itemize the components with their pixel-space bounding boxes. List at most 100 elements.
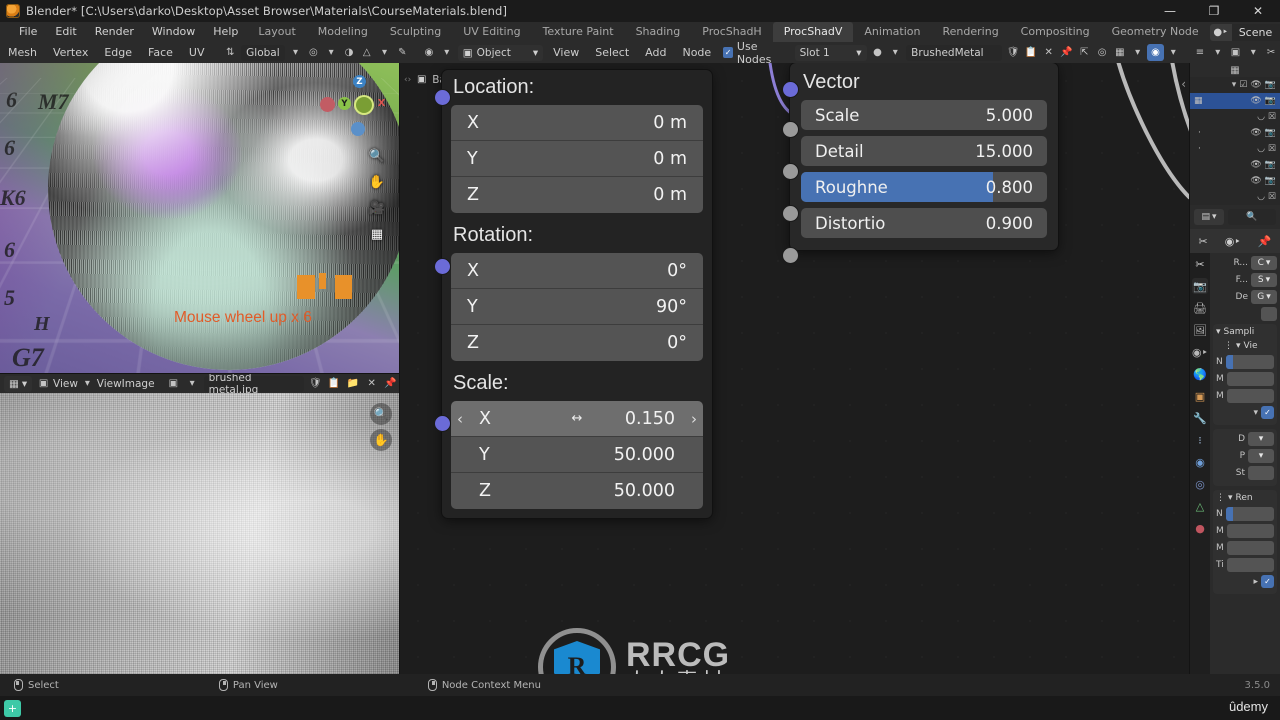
- header-menu-mesh[interactable]: Mesh: [0, 42, 45, 63]
- outliner-row[interactable]: ◡ ☒: [1190, 109, 1280, 125]
- camera-icon[interactable]: 📷: [1265, 96, 1276, 106]
- property-row-render-engine[interactable]: R... C ▾: [1213, 256, 1277, 270]
- properties-tab-scene-icon[interactable]: ◉‣: [1192, 344, 1208, 360]
- location-x-field[interactable]: X 0 m: [451, 105, 703, 141]
- gizmo-axis-y[interactable]: Y: [338, 97, 351, 110]
- properties-tab-object-icon[interactable]: ▣: [1192, 388, 1208, 404]
- header-menu-uv[interactable]: UV: [181, 42, 213, 63]
- image-browse-chevron-down-icon[interactable]: ▾: [183, 375, 202, 392]
- breadcrumb-collapse-icon[interactable]: ‹›: [404, 75, 411, 85]
- header-menu-face[interactable]: Face: [140, 42, 181, 63]
- outliner-row-selected[interactable]: ▦ 👁 📷: [1190, 93, 1280, 109]
- tool-icon[interactable]: ✂: [1198, 235, 1207, 248]
- eye-icon[interactable]: 👁: [1250, 160, 1261, 170]
- image-open-folder-icon[interactable]: 📁: [344, 375, 363, 392]
- grid-icon[interactable]: ▦: [366, 223, 388, 245]
- properties-tab-constraints-icon[interactable]: ◎: [1192, 476, 1208, 492]
- orientation-chevron-down-icon[interactable]: ▾: [287, 44, 305, 61]
- render-denoise-row[interactable]: ▸ ✓: [1216, 575, 1274, 588]
- render-max-samples-row[interactable]: M: [1216, 524, 1274, 538]
- scale-x-field[interactable]: ‹ X ↔ 0.150 ›: [451, 401, 703, 437]
- material-unlink-icon[interactable]: ✕: [1040, 44, 1058, 61]
- image-menu-image[interactable]: Image: [122, 378, 155, 390]
- scale-z-field[interactable]: Z 50.000: [451, 473, 703, 509]
- workspace-tab-animation[interactable]: Animation: [853, 22, 931, 42]
- property-row-device[interactable]: De G ▾: [1213, 290, 1277, 304]
- editor-split-vertical[interactable]: [399, 63, 400, 674]
- header-menu-vertex[interactable]: Vertex: [45, 42, 96, 63]
- properties-tool-icon[interactable]: ✂: [1262, 44, 1280, 61]
- sampling-max-samples-row[interactable]: M: [1216, 372, 1274, 386]
- properties-tab-viewlayer-icon[interactable]: 🖼: [1192, 322, 1208, 338]
- material-copy-icon[interactable]: 📋: [1022, 44, 1040, 61]
- outliner-row[interactable]: 👁 📷: [1190, 157, 1280, 173]
- close-button[interactable]: ✕: [1236, 0, 1280, 22]
- color-swatch[interactable]: [1261, 307, 1277, 321]
- noise-scale-socket[interactable]: [782, 122, 798, 137]
- menu-item-help[interactable]: Help: [204, 22, 247, 42]
- camera-icon[interactable]: 📷: [1265, 128, 1276, 138]
- rotation-x-field[interactable]: X 0°: [451, 253, 703, 289]
- denoiser-dropdown[interactable]: ▾: [1248, 432, 1274, 446]
- scale-x-decrement-arrow-icon[interactable]: ‹: [457, 410, 463, 428]
- viewport-navigation-gizmo[interactable]: Z Y X: [320, 75, 388, 136]
- subpanel-chevron-icon[interactable]: ▾: [1228, 493, 1233, 503]
- subpanel-chevron-icon[interactable]: ▾: [1236, 341, 1241, 351]
- properties-tab-render-icon[interactable]: 📷: [1192, 278, 1208, 294]
- hidden-eye-icon[interactable]: ◡: [1257, 112, 1265, 122]
- properties-tab-strip[interactable]: ✂ 📷 🖨 🖼 ◉‣ 🌎 ▣ 🔧 ⁝ ◉ ◎ △ ●: [1190, 253, 1210, 674]
- gizmo-axis-x[interactable]: X: [375, 97, 388, 110]
- image-view-mode-icon[interactable]: ▣: [34, 375, 53, 392]
- menu-item-window[interactable]: Window: [143, 22, 204, 42]
- use-nodes-checkbox[interactable]: ✓ Use Nodes: [723, 40, 788, 66]
- image-browse-icon[interactable]: ▣: [164, 375, 183, 392]
- viewport-3d[interactable]: 6 M7 6 K6 6 5 H G7 Z Y X 🔍 ✋ 🎥 ▦ Mouse w…: [0, 63, 400, 374]
- location-y-field[interactable]: Y 0 m: [451, 141, 703, 177]
- workspace-tab-rendering[interactable]: Rendering: [932, 22, 1010, 42]
- image-view-mode-label[interactable]: View: [53, 378, 78, 390]
- image-copy-icon[interactable]: 📋: [325, 375, 344, 392]
- shader-node-editor[interactable]: ‹› ▣ BasicSphere › △ Icosphere.001 › ● B…: [400, 63, 1190, 674]
- material-slot-dropdown[interactable]: Slot 1 ▾: [794, 44, 867, 61]
- search-input[interactable]: 🔍: [1228, 209, 1276, 225]
- material-browse-icon[interactable]: ●: [869, 44, 887, 61]
- sampling-denoise-row[interactable]: ▾ ✓: [1216, 406, 1274, 419]
- sampling-panel-header[interactable]: ▾ Sampli: [1216, 327, 1274, 337]
- noise-vector-input-socket[interactable]: [782, 82, 798, 97]
- camera-disabled-icon[interactable]: ☒: [1268, 192, 1276, 202]
- property-value-dropdown[interactable]: C ▾: [1251, 256, 1277, 270]
- proportional-falloff-icon[interactable]: △: [358, 44, 376, 61]
- node-menu-node[interactable]: Node: [674, 42, 719, 63]
- chevron-down-icon[interactable]: ▾: [1253, 408, 1258, 418]
- falloff-chevron-down-icon[interactable]: ▾: [376, 44, 394, 61]
- scale-x-increment-arrow-icon[interactable]: ›: [691, 410, 697, 428]
- noise-distortion-socket[interactable]: [782, 248, 798, 263]
- viewport-subpanel-header[interactable]: ⋮ ▾ Vie: [1216, 341, 1274, 351]
- material-name-field[interactable]: BrushedMetal: [906, 44, 1003, 61]
- render-noise-threshold-slider[interactable]: [1225, 507, 1274, 521]
- camera-icon[interactable]: 📷: [1265, 80, 1276, 90]
- gizmo-axis-neg-y[interactable]: [320, 97, 335, 112]
- pin-icon[interactable]: 📌: [1258, 235, 1272, 248]
- noise-roughness-field[interactable]: Roughne 0.800: [801, 172, 1047, 202]
- outliner-display-mode-icon[interactable]: ▣: [1227, 44, 1245, 61]
- min-samples-slider[interactable]: [1226, 389, 1274, 403]
- shading-preview-icon[interactable]: ◉: [1146, 44, 1165, 61]
- menu-item-edit[interactable]: Edit: [46, 22, 85, 42]
- workspace-tab-layout[interactable]: Layout: [247, 22, 306, 42]
- gizmo-axis-neg-z[interactable]: [351, 122, 365, 136]
- gizmo-axis-neg-x[interactable]: [356, 97, 372, 113]
- node-editor-type-icon[interactable]: ◉: [420, 44, 438, 61]
- outliner-row[interactable]: ◡ ☒: [1190, 189, 1280, 205]
- eye-icon[interactable]: 👁: [1250, 176, 1261, 186]
- image-name-field[interactable]: brushed metal.jpg: [203, 372, 304, 396]
- camera-disabled-icon[interactable]: ☒: [1268, 144, 1276, 154]
- editor-split-horizontal[interactable]: [0, 373, 399, 374]
- render-icon[interactable]: ◉‣: [1225, 235, 1241, 248]
- annotate-icon[interactable]: ✎: [393, 44, 411, 61]
- image-pin-icon[interactable]: 📌: [381, 375, 400, 392]
- eye-icon[interactable]: 👁: [1250, 96, 1261, 106]
- outliner-display-chevron-down-icon[interactable]: ▾: [1244, 44, 1262, 61]
- noise-detail-field[interactable]: Detail 15.000: [801, 136, 1047, 166]
- properties-tab-data-icon[interactable]: △: [1192, 498, 1208, 514]
